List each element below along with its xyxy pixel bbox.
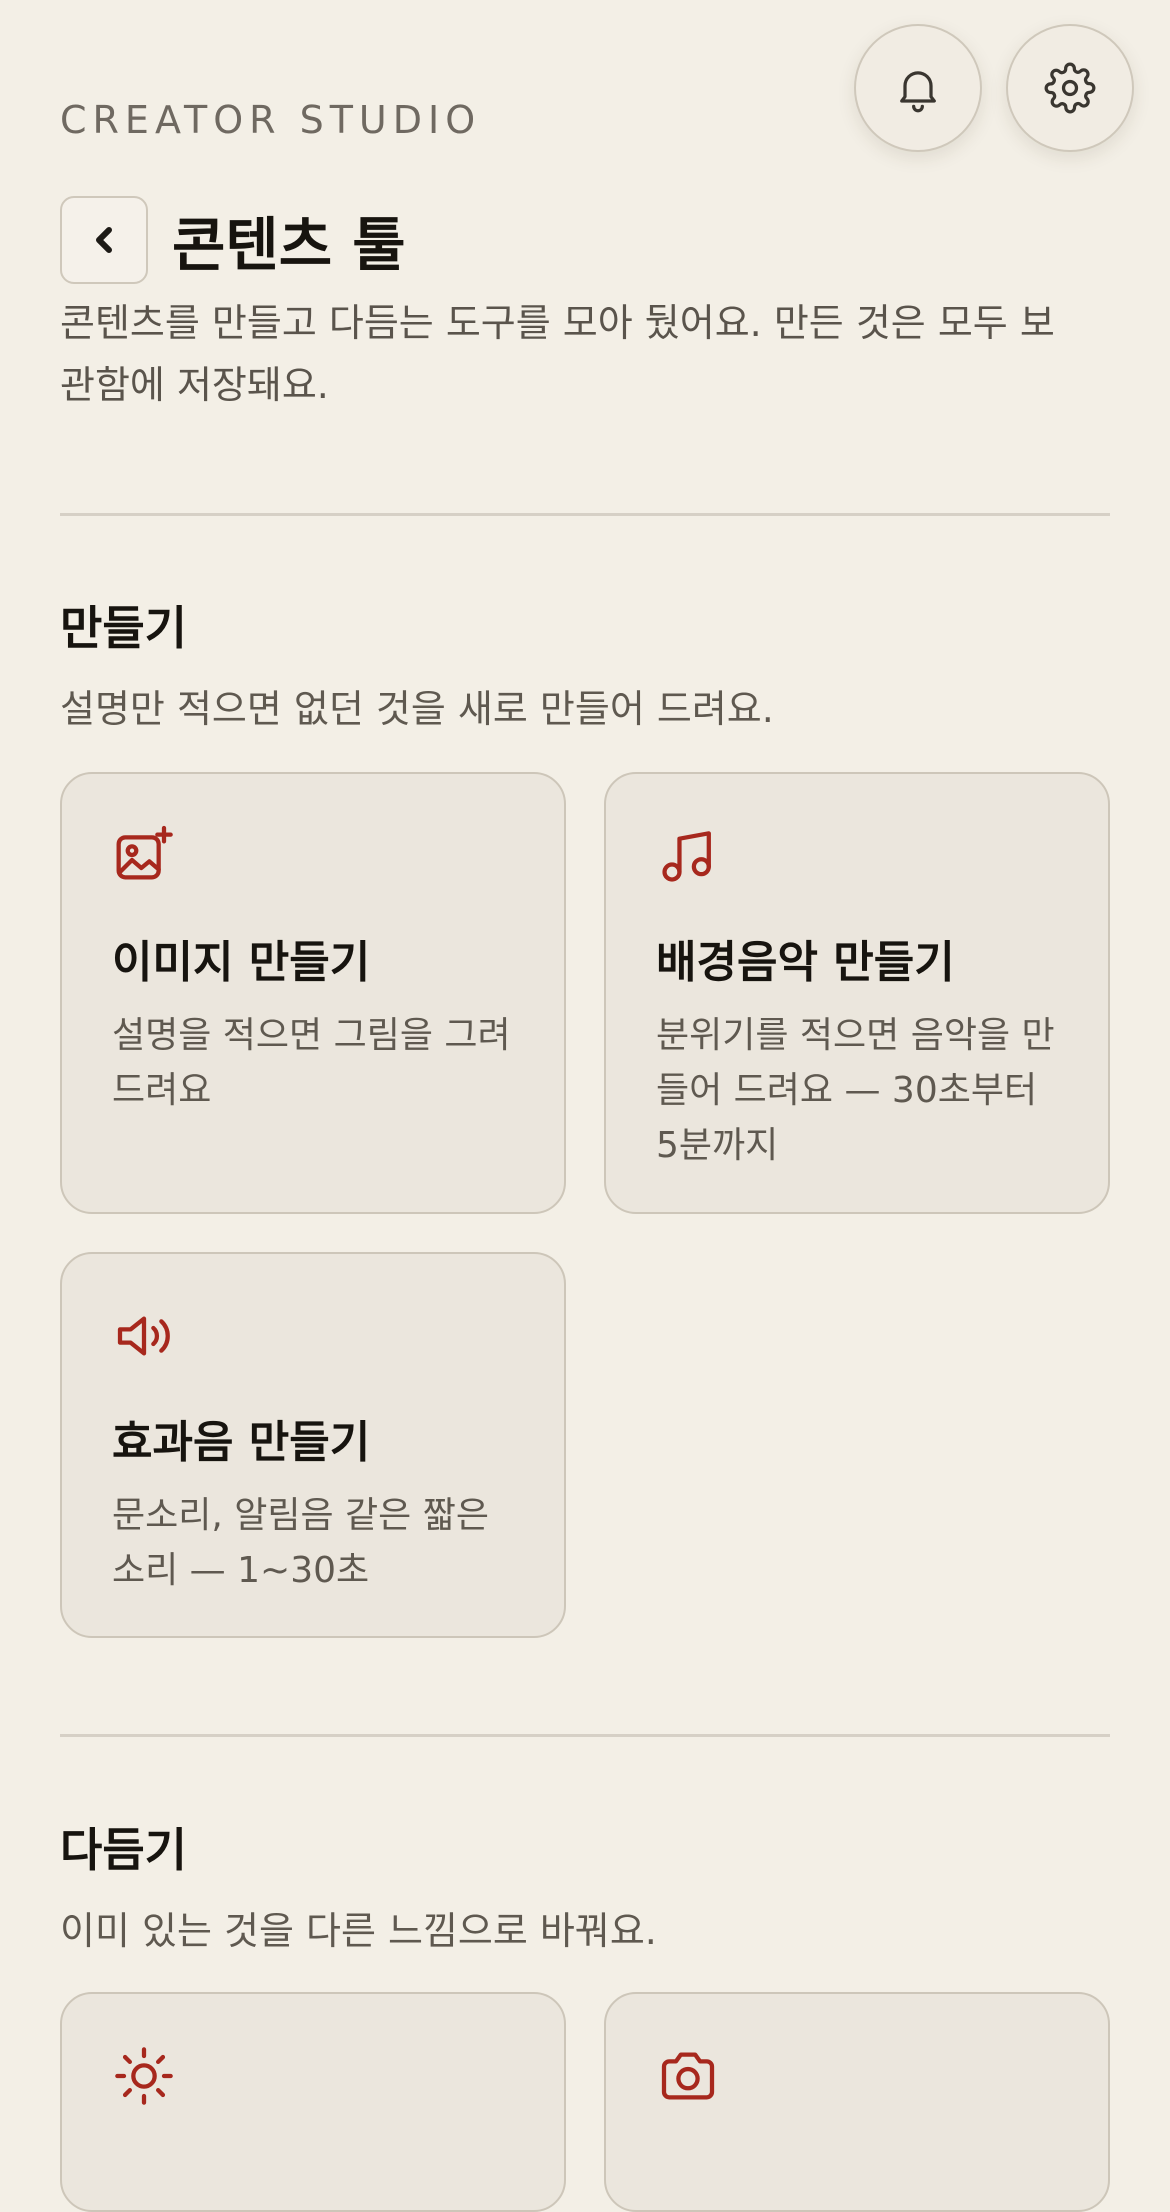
card-sfx-create[interactable]: 효과음 만들기 문소리, 알림음 같은 짧은 소리 — 1~30초 [60,1252,566,1638]
section-description-create: 설명만 적으면 없던 것을 새로 만들어 드려요. [60,687,774,731]
chevron-left-icon [96,227,112,253]
gear-icon [1044,62,1096,114]
card-description: 문소리, 알림음 같은 짧은 소리 — 1~30초 [112,1495,489,1591]
settings-button[interactable] [1006,24,1134,152]
music-note-icon [662,831,711,882]
card-refine-camera[interactable] [604,1992,1110,2212]
title-row: 콘텐츠 툴 [60,196,406,284]
card-refine-sun[interactable] [60,1992,566,2212]
image-sparkle-icon [116,825,173,880]
section-title-create: 만들기 [60,601,187,655]
bell-icon [900,71,936,113]
card-title: 배경음악 만들기 [656,937,955,988]
section-title-refine: 다듬기 [60,1823,187,1877]
card-title: 이미지 만들기 [112,937,371,988]
top-actions [854,24,1134,152]
speaker-icon [117,1316,170,1356]
page-title: 콘텐츠 툴 [172,211,406,279]
divider [60,1734,1110,1737]
camera-icon [661,2052,715,2100]
card-title: 효과음 만들기 [112,1417,371,1468]
card-description: 설명을 적으면 그림을 그려 드려요 [112,1015,511,1111]
app-eyebrow: CREATOR STUDIO [60,98,482,142]
section-description-refine: 이미 있는 것을 다른 느낌으로 바꿔요. [60,1909,657,1953]
divider [60,513,1110,516]
page-description: 콘텐츠를 만들고 다듬는 도구를 모아 뒀어요. 만든 것은 모두 보관함에 저… [60,301,1055,407]
sun-icon [115,2047,173,2105]
card-image-create[interactable]: 이미지 만들기 설명을 적으면 그림을 그려 드려요 [60,772,566,1214]
card-bgm-create[interactable]: 배경음악 만들기 분위기를 적으면 음악을 만들어 드려요 — 30초부터 5분… [604,772,1110,1214]
notifications-button[interactable] [854,24,982,152]
card-description: 분위기를 적으면 음악을 만들어 드려요 — 30초부터 5분까지 [656,1015,1055,1166]
back-button[interactable] [60,196,148,284]
